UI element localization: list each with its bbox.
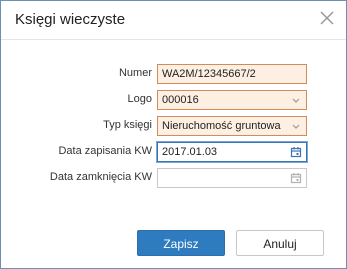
logo-label: Logo [127, 93, 152, 105]
form-row-data-zamkniecia: Data zamknięcia KW [1, 168, 346, 188]
data-zamkniecia-label: Data zamknięcia KW [49, 171, 152, 183]
dialog-title: Księgi wieczyste [15, 11, 126, 28]
typ-ksiegi-select[interactable]: Nieruchomość gruntowa [157, 116, 307, 136]
calendar-icon[interactable] [290, 172, 302, 184]
data-zapisania-label: Data zapisania KW [58, 145, 152, 157]
form-row-data-zapisania: Data zapisania KW 2017.01.03 [1, 142, 346, 162]
dialog-header: Księgi wieczyste [1, 1, 346, 40]
chevron-down-icon[interactable] [290, 120, 302, 132]
data-zamkniecia-input[interactable] [157, 168, 307, 188]
data-zapisania-value: 2017.01.03 [162, 146, 218, 158]
data-zapisania-input[interactable]: 2017.01.03 [157, 142, 307, 162]
numer-value: WA2M/12345667/2 [162, 68, 256, 80]
form-row-logo: Logo 000016 [1, 90, 346, 110]
cancel-button[interactable]: Anuluj [236, 230, 324, 256]
numer-input[interactable]: WA2M/12345667/2 [157, 64, 307, 84]
form-row-typ-ksiegi: Typ księgi Nieruchomość gruntowa [1, 116, 346, 136]
numer-label: Numer [118, 67, 152, 79]
form-row-numer: Numer WA2M/12345667/2 [1, 64, 346, 84]
typ-ksiegi-value: Nieruchomość gruntowa [162, 120, 281, 132]
chevron-down-icon[interactable] [290, 94, 302, 106]
logo-select[interactable]: 000016 [157, 90, 307, 110]
typ-ksiegi-label: Typ księgi [103, 119, 152, 131]
close-icon[interactable] [320, 11, 334, 25]
calendar-icon[interactable] [290, 146, 302, 158]
dialog-window: Księgi wieczyste Numer WA2M/12345667/2 L… [0, 0, 347, 269]
save-button[interactable]: Zapisz [137, 230, 225, 256]
logo-value: 000016 [162, 94, 199, 106]
